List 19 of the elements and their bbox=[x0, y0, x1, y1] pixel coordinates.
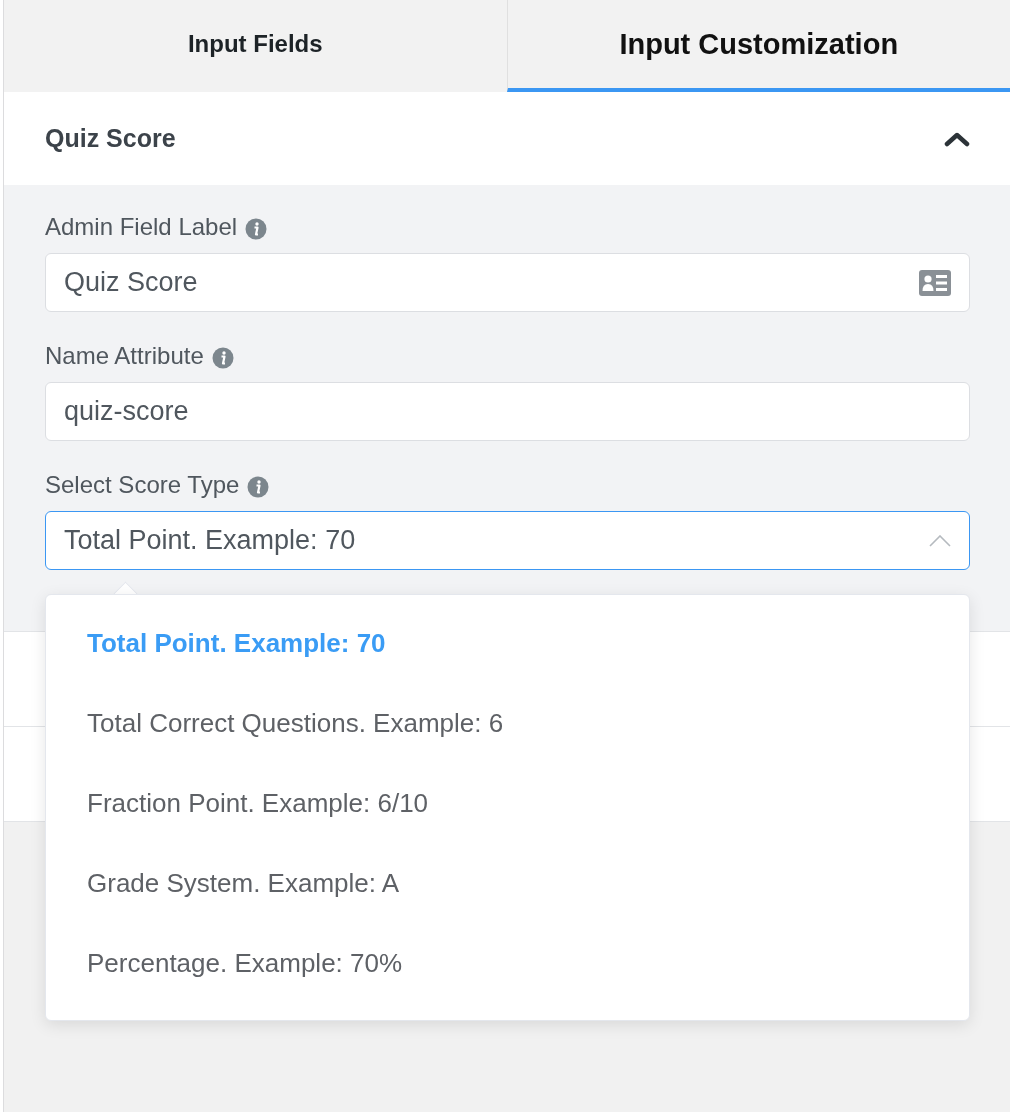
panel-header[interactable]: Quiz Score bbox=[4, 92, 1010, 185]
info-icon[interactable] bbox=[245, 218, 268, 240]
field-label: Name Attribute bbox=[45, 342, 204, 370]
info-icon[interactable] bbox=[247, 476, 270, 498]
field-label: Admin Field Label bbox=[45, 213, 238, 241]
dropdown-option[interactable]: Fraction Point. Example: 6/10 bbox=[46, 763, 969, 843]
text-field[interactable]: quiz-score bbox=[45, 382, 970, 441]
dropdown-option[interactable]: Grade System. Example: A bbox=[46, 843, 969, 923]
panel-title: Quiz Score bbox=[45, 124, 176, 153]
contact-card-icon[interactable] bbox=[919, 269, 951, 296]
text-field[interactable]: Quiz Score bbox=[45, 253, 970, 312]
dropdown-option[interactable]: Total Correct Questions. Example: 6 bbox=[46, 683, 969, 763]
chevron-icon[interactable] bbox=[944, 130, 970, 147]
caret-icon bbox=[929, 534, 951, 547]
info-icon[interactable] bbox=[211, 347, 234, 369]
tab[interactable]: Input Customization bbox=[506, 0, 1010, 92]
dropdown-option[interactable]: Percentage. Example: 70% bbox=[46, 923, 969, 1003]
field-label: Select Score Type bbox=[45, 471, 240, 499]
select-field[interactable]: Total Point. Example: 70 bbox=[45, 511, 970, 570]
